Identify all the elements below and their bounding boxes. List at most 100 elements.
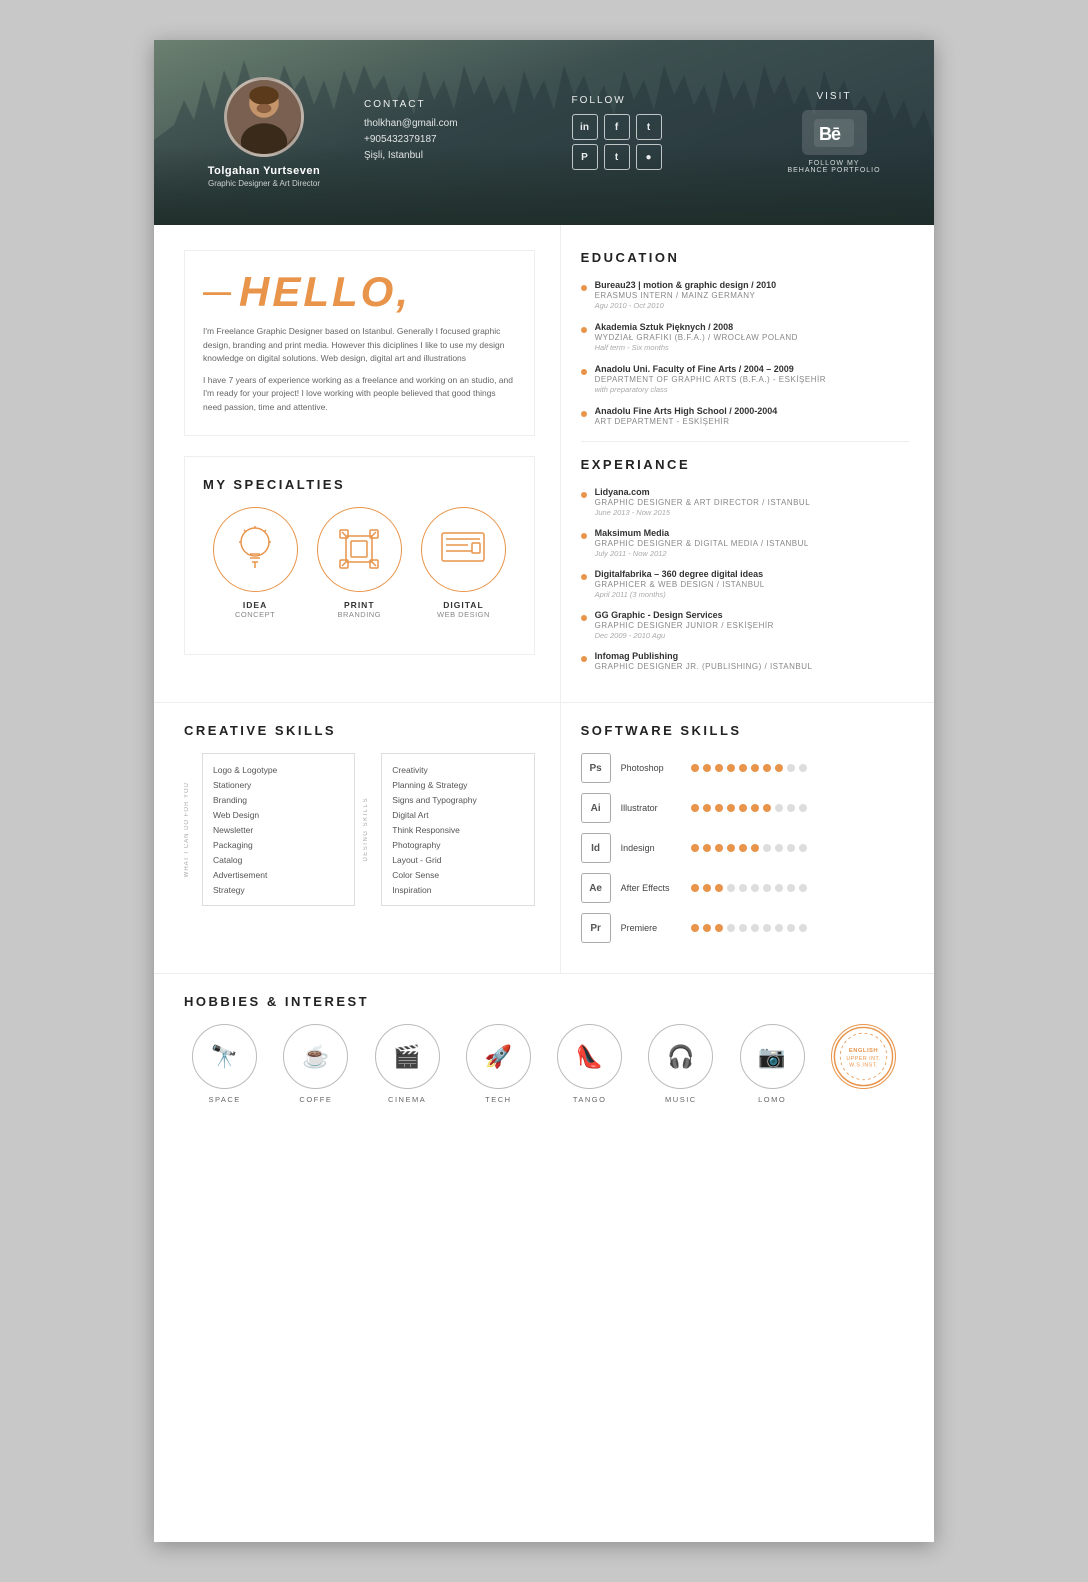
edu-sub: ERASMUS INTERN / MAINZ GERMANY (595, 291, 909, 300)
dot-empty (799, 884, 807, 892)
skill-item: Logo & Logotype (213, 762, 344, 777)
experience-item: Maksimum Media GRAPHIC DESIGNER & DIGITA… (581, 528, 909, 558)
social-icons-grid: in f t P t ● (572, 114, 765, 170)
edu-date: with preparatory class (595, 385, 909, 394)
avatar-title: Graphic Designer & Art Director (208, 179, 320, 188)
experience-item: GG Graphic - Design Services GRAPHIC DES… (581, 610, 909, 640)
edu-sub: ART DEPARTMENT - ESKİŞEHİR (595, 417, 909, 426)
hobby-item: ☕ COFFE (276, 1024, 356, 1104)
dot-empty (775, 924, 783, 932)
avatar (224, 77, 304, 157)
idea-icon (213, 507, 298, 592)
hobby-circle-coffe: ☕ (283, 1024, 348, 1089)
dot-filled (727, 844, 735, 852)
visit-label: Visit (764, 91, 904, 102)
print-label: PRINT (344, 600, 375, 610)
hobby-circle-tech: 🚀 (466, 1024, 531, 1089)
skills-col2: CreativityPlanning & StrategySigns and T… (381, 753, 534, 906)
digital-icon (421, 507, 506, 592)
specialty-idea: IDEA CONCEPT (208, 507, 302, 619)
experience-item: Digitalfabrika – 360 degree digital idea… (581, 569, 909, 599)
dot-filled (691, 884, 699, 892)
skill-item: Web Design (213, 807, 344, 822)
dot-empty (751, 884, 759, 892)
hobbies-section: HOBBIES & INTEREST 🔭 SPACE ☕ COFFE 🎬 CIN… (154, 973, 934, 1124)
digital-label: DIGITAL (443, 600, 483, 610)
education-item: Anadolu Uni. Faculty of Fine Arts / 2004… (581, 364, 909, 394)
experience-section: EXPERIANCE Lidyana.com GRAPHIC DESIGNER … (581, 457, 909, 671)
right-column: EDUCATION Bureau23 | motion & graphic de… (560, 225, 934, 702)
dot-empty (787, 844, 795, 852)
dot-filled (715, 804, 723, 812)
edu-title: Anadolu Uni. Faculty of Fine Arts / 2004… (595, 364, 909, 374)
dot-empty (787, 884, 795, 892)
pinterest-icon[interactable]: P (572, 144, 598, 170)
experience-item: Lidyana.com GRAPHIC DESIGNER & ART DIREC… (581, 487, 909, 517)
dot-filled (727, 764, 735, 772)
dot-filled (763, 764, 771, 772)
sw-name: Premiere (621, 923, 691, 933)
sw-icon-id: Id (581, 833, 611, 863)
specialty-digital: DIGITAL WEB DESIGN (417, 507, 511, 619)
skill-item: Inspiration (392, 882, 523, 897)
behance-icon[interactable]: Bē (802, 110, 867, 155)
skill-item: Stationery (213, 777, 344, 792)
english-circle: ENGLISH UPPER INT. W.S.INST. (831, 1024, 896, 1089)
dot-filled (703, 924, 711, 932)
creative-skills-wrapper: WHAT I CAN DO FOR YOU Logo & LogotypeSta… (184, 753, 535, 906)
facebook-icon[interactable]: f (604, 114, 630, 140)
dot-filled (715, 844, 723, 852)
software-skills-title: SOFTWARE SKILLS (581, 723, 909, 738)
dot-filled (763, 804, 771, 812)
twitter-icon[interactable]: t (636, 114, 662, 140)
dot-empty (763, 924, 771, 932)
skill-item: Branding (213, 792, 344, 807)
exp-sub: GRAPHIC DESIGNER & DIGITAL MEDIA / ISTAN… (595, 539, 909, 548)
sw-name: Indesign (621, 843, 691, 853)
hello-bio: I'm Freelance Graphic Designer based on … (203, 325, 516, 415)
svg-text:Bē: Bē (819, 124, 841, 144)
location: Şişli, Istanbul (364, 150, 557, 161)
print-icon (317, 507, 402, 592)
resume-container: Tolgahan Yurtseven Graphic Designer & Ar… (154, 40, 934, 1542)
experience-item: Infomag Publishing GRAPHIC DESIGNER JR. … (581, 651, 909, 671)
dot-filled (691, 844, 699, 852)
hobby-circle-lomo: 📷 (740, 1024, 805, 1089)
sw-icon-ae: Ae (581, 873, 611, 903)
hobby-item: ENGLISH UPPER INT. W.S.INST. (823, 1024, 903, 1104)
hello-greeting: HELLO, (239, 271, 411, 313)
exp-date: April 2011 (3 months) (595, 590, 909, 599)
skill-item: Packaging (213, 837, 344, 852)
dot-empty (799, 844, 807, 852)
skill-item: Color Sense (392, 867, 523, 882)
dot-filled (751, 844, 759, 852)
dot-empty (787, 924, 795, 932)
email: tholkhan@gmail.com (364, 118, 557, 129)
experience-items: Lidyana.com GRAPHIC DESIGNER & ART DIREC… (581, 487, 909, 671)
what-i-can-label: WHAT I CAN DO FOR YOU (184, 782, 190, 877)
skill-item: Photography (392, 837, 523, 852)
dot-filled (727, 804, 735, 812)
software-row: Id Indesign (581, 833, 909, 863)
sw-dots (691, 924, 807, 932)
instagram-icon[interactable]: ● (636, 144, 662, 170)
dot-filled (739, 764, 747, 772)
follow-section: Follow in f t P t ● (557, 95, 765, 170)
skill-item: Newsletter (213, 822, 344, 837)
edu-date: Half term - Six months (595, 343, 909, 352)
sw-dots (691, 764, 807, 772)
software-row: Ae After Effects (581, 873, 909, 903)
exp-title: Maksimum Media (595, 528, 909, 538)
skill-item: Strategy (213, 882, 344, 897)
hello-dash: — (203, 278, 234, 306)
exp-title: Infomag Publishing (595, 651, 909, 661)
hobby-item: 🎧 MUSIC (641, 1024, 721, 1104)
hobby-item: 📷 LOMO (732, 1024, 812, 1104)
exp-date: Dec 2009 - 2010 Agu (595, 631, 909, 640)
hobby-label: CINEMA (388, 1095, 426, 1104)
software-rows: Ps Photoshop Ai Illustrator Id Indesign … (581, 753, 909, 943)
tumblr-icon[interactable]: t (604, 144, 630, 170)
linkedin-icon[interactable]: in (572, 114, 598, 140)
exp-title: Lidyana.com (595, 487, 909, 497)
dot-empty (739, 924, 747, 932)
